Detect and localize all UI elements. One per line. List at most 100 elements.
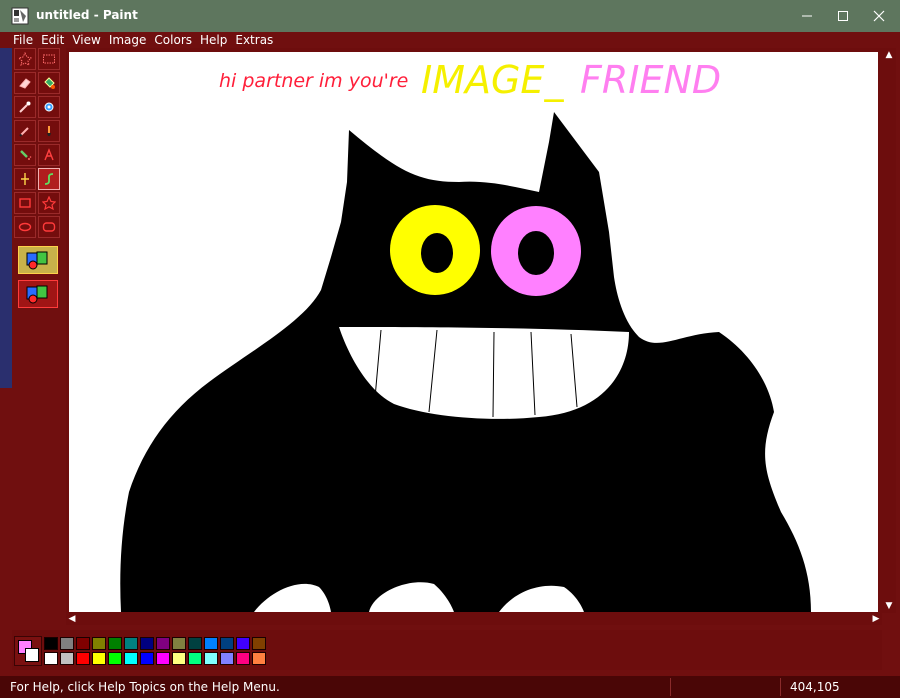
palette-swatch[interactable] <box>188 652 202 665</box>
current-colors-indicator[interactable] <box>14 636 42 666</box>
palette-swatch[interactable] <box>188 637 202 650</box>
polygon-icon <box>42 196 56 210</box>
pick-color-tool[interactable] <box>14 96 36 118</box>
eraser-tool[interactable] <box>14 72 36 94</box>
fill-bucket-icon <box>44 77 55 89</box>
palette-swatch[interactable] <box>76 652 90 665</box>
palette-swatch[interactable] <box>156 637 170 650</box>
palette-swatch[interactable] <box>236 652 250 665</box>
text-icon <box>44 148 54 161</box>
canvas-greeting-text: hi partner im you're <box>219 70 409 92</box>
rounded-rectangle-icon <box>42 222 56 232</box>
background-window-edge <box>0 48 12 388</box>
scroll-left-arrow-icon[interactable]: ◀ <box>66 613 78 625</box>
scroll-right-arrow-icon[interactable]: ▶ <box>870 613 882 625</box>
maximize-icon <box>838 11 848 21</box>
draw-opaque-option[interactable] <box>18 246 58 274</box>
curve-tool[interactable] <box>38 168 60 190</box>
line-icon <box>21 173 29 185</box>
menu-colors[interactable]: Colors <box>154 33 192 47</box>
palette-swatch[interactable] <box>60 637 74 650</box>
creature-drawing <box>120 112 812 612</box>
pencil-icon <box>19 127 29 137</box>
horizontal-scrollbar[interactable]: ◀ ▶ <box>66 613 882 625</box>
vertical-scrollbar[interactable]: ▲ ▼ <box>882 48 896 613</box>
menu-help[interactable]: Help <box>200 33 227 47</box>
draw-transparent-option[interactable] <box>18 280 58 308</box>
line-tool[interactable] <box>14 168 36 190</box>
transparent-shapes-icon <box>26 285 48 304</box>
airbrush-tool[interactable] <box>14 144 36 166</box>
palette-swatch[interactable] <box>220 652 234 665</box>
curve-icon <box>44 173 54 185</box>
close-icon <box>873 10 885 22</box>
palette-swatch[interactable] <box>108 637 122 650</box>
menu-edit[interactable]: Edit <box>41 33 64 47</box>
palette-swatch[interactable] <box>156 652 170 665</box>
eraser-icon <box>19 78 31 89</box>
scroll-up-arrow-icon[interactable]: ▲ <box>882 48 896 62</box>
fill-with-color-tool[interactable] <box>38 72 60 94</box>
airbrush-icon <box>20 150 32 160</box>
status-bar: For Help, click Help Topics on the Help … <box>0 676 900 698</box>
window-title: untitled - Paint <box>36 8 138 22</box>
ellipse-icon <box>18 222 32 232</box>
palette-swatch[interactable] <box>124 637 138 650</box>
magnifier-tool[interactable] <box>38 96 60 118</box>
palette-swatch[interactable] <box>172 637 186 650</box>
palette-swatch[interactable] <box>92 652 106 665</box>
palette-swatch[interactable] <box>92 637 106 650</box>
palette-swatch[interactable] <box>44 652 58 665</box>
drawing-canvas[interactable]: hi partner im you're IMAGE_ FRIEND <box>69 52 878 612</box>
canvas-name-text-yellow: IMAGE_ <box>421 58 564 102</box>
palette-swatch[interactable] <box>76 637 90 650</box>
brush-tool[interactable] <box>38 120 60 142</box>
scroll-down-arrow-icon[interactable]: ▼ <box>882 599 896 613</box>
background-color-swatch <box>25 648 39 662</box>
palette-swatch[interactable] <box>140 652 154 665</box>
color-palette <box>44 637 267 666</box>
menu-bar: File Edit View Image Colors Help Extras <box>0 32 900 48</box>
ellipse-tool[interactable] <box>14 216 36 238</box>
paint-app-icon[interactable] <box>11 7 29 25</box>
menu-file[interactable]: File <box>13 33 33 47</box>
rounded-rectangle-tool[interactable] <box>38 216 60 238</box>
eyedropper-icon <box>19 101 31 113</box>
polygon-tool[interactable] <box>38 192 60 214</box>
palette-swatch[interactable] <box>252 637 266 650</box>
free-form-select-tool[interactable] <box>14 48 36 70</box>
palette-swatch[interactable] <box>220 637 234 650</box>
menu-view[interactable]: View <box>72 33 100 47</box>
text-tool[interactable] <box>38 144 60 166</box>
palette-swatch[interactable] <box>236 637 250 650</box>
canvas-name-text-pink: FRIEND <box>580 58 722 102</box>
menu-image[interactable]: Image <box>109 33 147 47</box>
palette-swatch[interactable] <box>172 652 186 665</box>
palette-swatch[interactable] <box>44 637 58 650</box>
status-help-text: For Help, click Help Topics on the Help … <box>10 680 280 694</box>
pencil-tool[interactable] <box>14 120 36 142</box>
palette-swatch[interactable] <box>140 637 154 650</box>
rectangle-tool[interactable] <box>14 192 36 214</box>
rectangle-icon <box>19 198 31 208</box>
title-bar: untitled - Paint <box>0 0 900 32</box>
opaque-shapes-icon <box>26 251 48 270</box>
right-pupil <box>518 231 554 275</box>
rectangle-select-icon <box>43 54 55 64</box>
palette-swatch[interactable] <box>124 652 138 665</box>
palette-swatch[interactable] <box>204 637 218 650</box>
close-button[interactable] <box>856 0 900 32</box>
magnifier-icon <box>44 102 54 112</box>
status-divider <box>780 678 781 696</box>
status-divider <box>670 678 671 696</box>
rectangle-select-tool[interactable] <box>38 48 60 70</box>
palette-swatch[interactable] <box>204 652 218 665</box>
palette-swatch[interactable] <box>252 652 266 665</box>
palette-swatch[interactable] <box>60 652 74 665</box>
free-form-select-icon <box>18 52 32 66</box>
menu-extras[interactable]: Extras <box>235 33 273 47</box>
palette-swatch[interactable] <box>108 652 122 665</box>
left-pupil <box>421 233 453 273</box>
brush-icon <box>47 126 51 136</box>
minimize-icon <box>802 15 812 17</box>
